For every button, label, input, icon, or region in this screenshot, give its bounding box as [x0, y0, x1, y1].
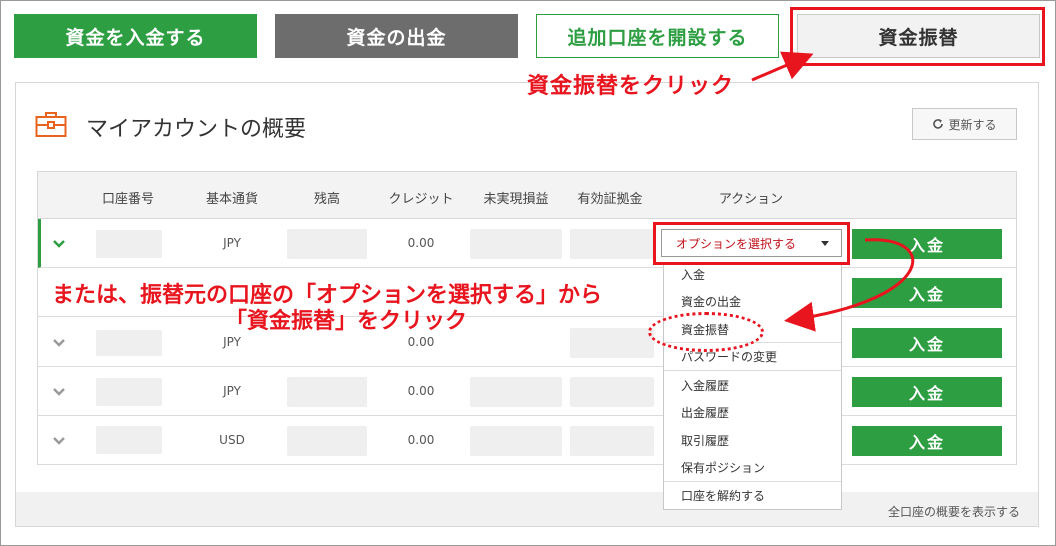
arrow-to-transfer-option: [784, 238, 915, 332]
arrow-to-transfer-button: [751, 51, 814, 82]
annotation-arrows: [751, 51, 915, 332]
